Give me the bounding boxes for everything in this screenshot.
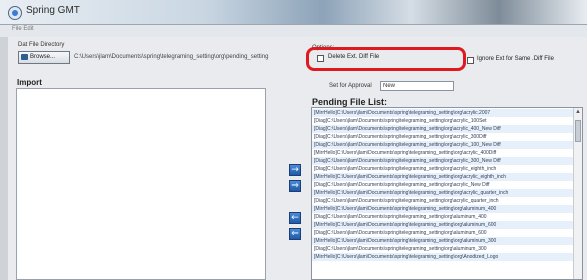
- list-item[interactable]: [Diag]C:\Users\jlam\Documents\spring\tel…: [312, 133, 576, 141]
- move-left-button[interactable]: ←: [289, 212, 301, 224]
- ignore-ext-checkbox[interactable]: [467, 57, 474, 64]
- pending-list-scrollbar[interactable]: ▲: [573, 108, 582, 279]
- list-item[interactable]: [Diag]C:\Users\jlam\Documents\spring\tel…: [312, 125, 576, 133]
- list-item[interactable]: [Diag]C:\Users\jlam\Documents\spring\tel…: [312, 213, 576, 221]
- list-item[interactable]: [Diag]C:\Users\jlam\Documents\spring\tel…: [312, 165, 576, 173]
- approval-label: Set for Approval: [329, 83, 372, 89]
- folder-icon: [21, 54, 28, 60]
- list-item[interactable]: [MirrHello]C:\Users\jlam\Documents\sprin…: [312, 173, 576, 181]
- pending-file-list-title: Pending File List:: [312, 97, 388, 107]
- list-item[interactable]: [Diag]C:\Users\jlam\Documents\spring\tel…: [312, 181, 576, 189]
- move-all-left-button[interactable]: ⇐: [289, 228, 301, 240]
- menu-bar: File Edit: [0, 25, 587, 37]
- approval-input[interactable]: [380, 81, 454, 91]
- ignore-ext-label: Ignore Ext for Same .Diff File: [477, 56, 554, 62]
- directory-label: Dat File Directory: [18, 42, 65, 48]
- move-right-button[interactable]: →: [289, 164, 301, 176]
- title-bar: Spring GMT: [0, 0, 587, 25]
- browse-button[interactable]: Browse...: [18, 51, 70, 64]
- directory-path: C:\Users\jlam\Documents\spring\telegrami…: [74, 54, 269, 60]
- list-item[interactable]: [Diag]C:\Users\jlam\Documents\spring\tel…: [312, 157, 576, 165]
- browse-button-label: Browse...: [30, 54, 56, 60]
- scroll-up-arrow-icon[interactable]: ▲: [574, 108, 582, 116]
- list-item[interactable]: [Diag]C:\Users\jlam\Documents\spring\tel…: [312, 141, 576, 149]
- pending-file-list[interactable]: [MirrHello]C:\Users\jlam\Documents\sprin…: [311, 107, 583, 280]
- list-item[interactable]: [Diag]C:\Users\jlam\Documents\spring\tel…: [312, 197, 576, 205]
- menu-item[interactable]: File Edit: [12, 26, 34, 32]
- import-list[interactable]: [16, 88, 266, 280]
- list-item[interactable]: [MirrHello]C:\Users\jlam\Documents\sprin…: [312, 189, 576, 197]
- list-item[interactable]: [MirrHello]C:\Users\jlam\Documents\sprin…: [312, 149, 576, 157]
- app-icon: [8, 6, 22, 20]
- list-item[interactable]: [MirrHello]C:\Users\jlam\Documents\sprin…: [312, 221, 576, 229]
- list-item[interactable]: [Diag]C:\Users\jlam\Documents\spring\tel…: [312, 229, 576, 237]
- list-item[interactable]: [Diag]C:\Users\jlam\Documents\spring\tel…: [312, 117, 576, 125]
- import-label: Import: [17, 78, 42, 87]
- scroll-thumb[interactable]: [575, 120, 581, 142]
- list-item[interactable]: [MirrHello]C:\Users\jlam\Documents\sprin…: [312, 205, 576, 213]
- window-title: Spring GMT: [26, 5, 80, 16]
- list-item[interactable]: [MirrHello]C:\Users\jlam\Documents\sprin…: [312, 109, 576, 117]
- list-item[interactable]: [MirrHello]C:\Users\jlam\Documents\sprin…: [312, 237, 576, 245]
- move-all-right-button[interactable]: ⇒: [289, 180, 301, 192]
- list-item[interactable]: [Diag]C:\Users\jlam\Documents\spring\tel…: [312, 245, 576, 253]
- highlight-annotation: [306, 47, 466, 71]
- list-item[interactable]: [MirrHello]C:\Users\jlam\Documents\sprin…: [312, 253, 576, 261]
